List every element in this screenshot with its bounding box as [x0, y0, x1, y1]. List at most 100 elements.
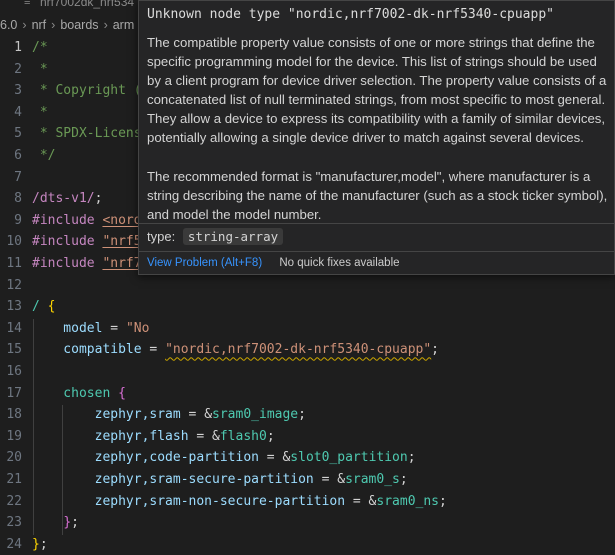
line-number: 19 — [6, 428, 22, 444]
hover-type-row: type: string-array — [147, 228, 284, 245]
code-token: /dts-v1/ — [32, 191, 95, 207]
hover-divider — [139, 251, 614, 252]
code-text[interactable]: }; — [32, 535, 48, 555]
hover-format-note: The recommended format is "manufacturer,… — [147, 169, 608, 222]
code-text[interactable]: * SPDX-License — [32, 124, 150, 144]
no-quick-fixes-text: No quick fixes available — [279, 257, 400, 269]
line-number: 21 — [6, 472, 22, 487]
code-text[interactable]: #include <nordi — [32, 211, 149, 231]
code-line[interactable]: 13 / { — [0, 297, 615, 317]
indent-guide — [33, 318, 34, 535]
editor-tab[interactable]: nrf7002dk_nrf534 — [40, 0, 134, 9]
code-token: zephyr,flash — [32, 428, 189, 444]
code-token: = & — [180, 407, 213, 423]
code-line[interactable]: 19 zephyr,flash = &flash0; — [0, 427, 615, 447]
code-text[interactable]: chosen { — [32, 384, 126, 404]
line-number: 3 — [14, 83, 22, 99]
code-text[interactable]: zephyr,sram-secure-partition = &sram0_s; — [32, 470, 408, 490]
code-text[interactable]: }; — [32, 513, 79, 533]
line-number: 16 — [6, 364, 22, 379]
code-token: = & — [188, 428, 220, 444]
breadcrumb-item[interactable]: boards — [60, 18, 98, 32]
code-token: = — [141, 342, 166, 358]
code-token: model — [32, 320, 103, 336]
code-text[interactable]: model = "No — [32, 319, 149, 339]
line-number: 24 — [6, 536, 22, 552]
code-text[interactable]: zephyr,sram = &sram0_image; — [32, 405, 306, 425]
line-number: 20 — [6, 450, 22, 466]
breadcrumb-item[interactable]: 6.0 — [0, 18, 17, 32]
code-token: ; — [439, 493, 447, 509]
line-number: 8 — [14, 191, 22, 207]
code-token: = & — [345, 493, 377, 509]
code-token: ; — [266, 428, 275, 444]
code-token: = — [102, 320, 126, 336]
line-number: 9 — [14, 212, 22, 228]
code-token: ; — [39, 536, 48, 552]
code-text[interactable]: zephyr,sram-non-secure-partition = &sram… — [32, 492, 447, 512]
code-text[interactable]: /* — [32, 38, 48, 58]
code-text[interactable]: / { — [32, 297, 55, 317]
code-token: * — [32, 61, 48, 77]
line-number: 18 — [6, 407, 22, 423]
code-token: { — [118, 385, 126, 401]
code-line[interactable]: 17 chosen { — [0, 384, 615, 404]
code-token: { — [47, 299, 56, 315]
code-line[interactable]: 12 — [0, 276, 615, 296]
code-line[interactable]: 23 }; — [0, 513, 615, 533]
code-line[interactable]: 24}; — [0, 535, 615, 555]
code-token: * Copyright ( — [32, 83, 142, 99]
code-token: = & — [258, 450, 291, 466]
line-number: 6 — [14, 148, 22, 163]
code-token: #include — [32, 212, 103, 228]
code-line[interactable]: 20 zephyr,code-partition = &slot0_partit… — [0, 448, 615, 468]
code-token: flash0 — [219, 428, 267, 444]
code-text[interactable]: zephyr,code-partition = &slot0_partition… — [32, 448, 416, 468]
line-number: 1 — [14, 40, 22, 55]
line-number: 15 — [6, 342, 22, 358]
code-token: ; — [71, 515, 79, 531]
code-token: zephyr,code-partition — [32, 450, 259, 466]
code-token: ; — [298, 407, 306, 423]
code-token: ; — [407, 450, 416, 466]
line-number: 2 — [14, 61, 22, 77]
code-line[interactable]: 21 zephyr,sram-secure-partition = &sram0… — [0, 470, 615, 490]
code-text[interactable]: compatible = "nordic,nrf7002-dk-nrf5340-… — [32, 340, 439, 360]
line-number: 17 — [6, 385, 22, 401]
code-text[interactable]: */ — [32, 146, 56, 166]
breadcrumb-item[interactable]: nrf — [32, 18, 47, 32]
code-line[interactable]: 15 compatible = "nordic,nrf7002-dk-nrf53… — [0, 340, 615, 360]
code-token: } — [32, 536, 40, 552]
breadcrumb-item[interactable]: arm — [113, 18, 135, 32]
code-line[interactable]: 22 zephyr,sram-non-secure-partition = &s… — [0, 492, 615, 512]
code-token: compatible — [32, 342, 142, 358]
code-token: * — [32, 104, 48, 120]
line-number: 10 — [6, 234, 22, 250]
code-text[interactable]: * — [32, 103, 48, 123]
code-token: zephyr,sram — [32, 407, 181, 423]
code-token: } — [63, 515, 72, 531]
view-problem-link[interactable]: View Problem (Alt+F8) — [147, 257, 262, 269]
line-number: 11 — [6, 256, 22, 271]
code-text[interactable]: /dts-v1/; — [32, 189, 102, 209]
code-text[interactable]: #include "nrf53 — [32, 232, 149, 252]
code-token: "No — [125, 320, 150, 336]
code-token: /* — [32, 40, 48, 55]
chevron-right-icon: › — [22, 18, 27, 32]
line-number: 7 — [14, 169, 22, 185]
code-line[interactable]: 18 zephyr,sram = &sram0_image; — [0, 405, 615, 425]
chevron-right-icon: › — [103, 18, 108, 32]
code-line[interactable]: 16 — [0, 362, 615, 382]
line-number: 12 — [6, 277, 22, 293]
code-line[interactable]: 14 model = "No — [0, 319, 615, 339]
code-text[interactable]: * Copyright ( — [32, 81, 142, 101]
code-text[interactable]: * — [32, 60, 48, 80]
line-number: 23 — [6, 515, 22, 531]
file-icon: ≡ — [24, 0, 31, 8]
code-token: / — [32, 299, 48, 315]
code-text[interactable]: zephyr,flash = &flash0; — [32, 427, 275, 447]
hover-divider — [139, 223, 614, 224]
code-text[interactable]: #include "nrf70 — [32, 254, 149, 274]
line-number: 5 — [14, 126, 22, 142]
hover-tooltip: Unknown node type "nordic,nrf7002-dk-nrf… — [138, 0, 615, 275]
